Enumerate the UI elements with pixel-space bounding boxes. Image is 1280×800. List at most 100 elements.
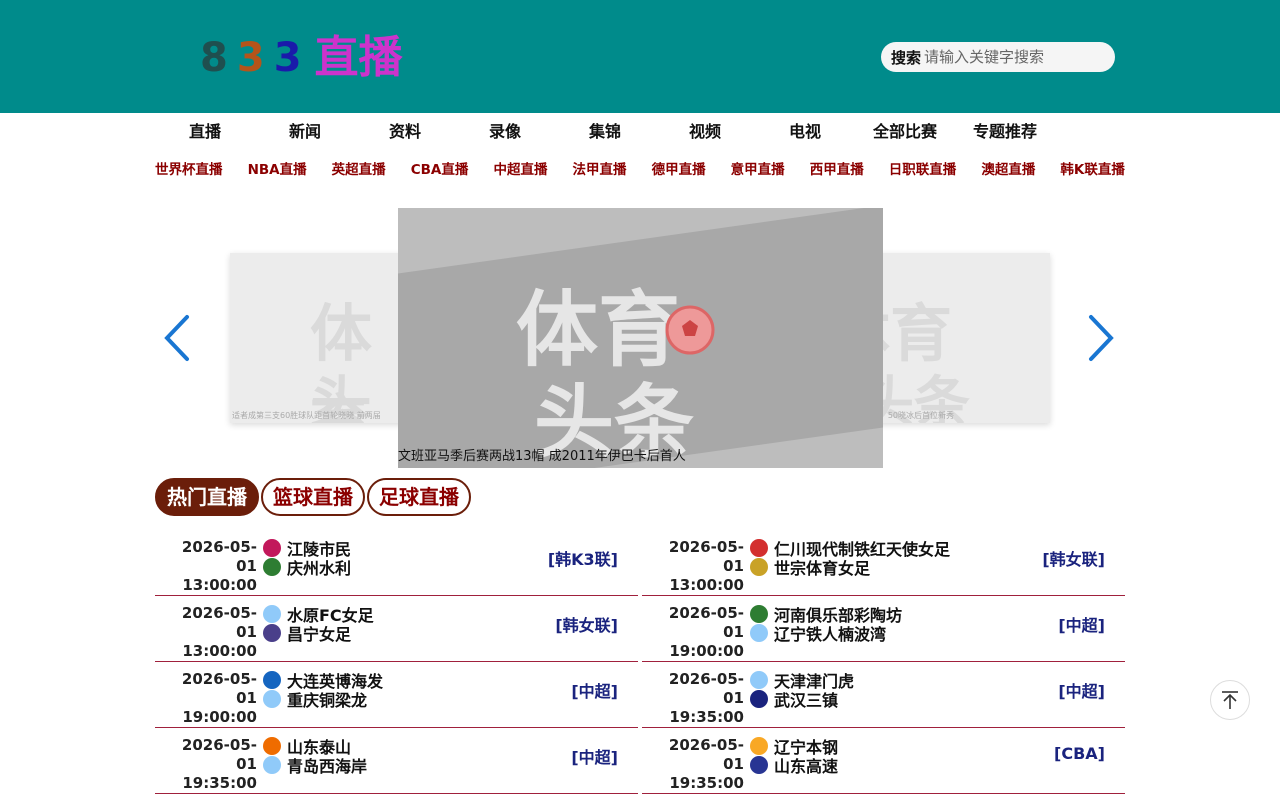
match-date: 2026-05-01 <box>181 736 257 773</box>
away-team-name: 青岛西海岸 <box>287 756 368 776</box>
carousel-slide-next[interactable]: 体育 头条 50晓冰后首位新秀 <box>868 253 1050 423</box>
away-team-logo-icon <box>750 557 768 576</box>
league-link-aleague[interactable]: 澳超直播 <box>981 156 1035 184</box>
away-team[interactable]: 庆州水利 <box>263 557 351 578</box>
match-date: 2026-05-01 <box>181 538 257 575</box>
site-logo[interactable]: 8 3 3 直播 <box>200 30 403 86</box>
search-box: 搜索 <box>881 42 1115 72</box>
league-link-kleague[interactable]: 韩K联直播 <box>1060 156 1124 184</box>
match-time: 19:35:00 <box>669 708 744 726</box>
league-link-bundesliga[interactable]: 德甲直播 <box>652 156 706 184</box>
match-row[interactable]: 2026-05-01 19:35:00 辽宁本钢 山东高速 [CBA] <box>642 728 1125 794</box>
away-team-name: 山东高速 <box>774 756 839 776</box>
match-teams: 山东泰山 青岛西海岸 <box>263 736 368 776</box>
home-team-logo-icon <box>750 670 768 689</box>
nav-item-video[interactable]: 视频 <box>655 113 755 151</box>
match-date: 2026-05-01 <box>668 538 744 575</box>
away-team-logo-icon <box>750 755 768 774</box>
carousel-slide-prev[interactable]: 体育 头条 适者成第三支60胜球队距首轮晓晓 前两届 <box>230 253 412 423</box>
match-league[interactable]: [韩K3联] <box>548 546 618 570</box>
league-nav: 世界杯直播 NBA直播 英超直播 CBA直播 中超直播 法甲直播 德甲直播 意甲… <box>155 156 1125 184</box>
match-date: 2026-05-01 <box>181 670 257 707</box>
league-link-ligue1[interactable]: 法甲直播 <box>573 156 627 184</box>
match-time: 13:00:00 <box>182 576 257 594</box>
match-league[interactable]: [CBA] <box>1054 744 1105 763</box>
match-date: 2026-05-01 <box>668 670 744 707</box>
league-link-cba[interactable]: CBA直播 <box>411 156 469 184</box>
nav-item-highlights[interactable]: 集锦 <box>555 113 655 151</box>
nav-item-tv[interactable]: 电视 <box>755 113 855 151</box>
nav-item-featured[interactable]: 专题推荐 <box>955 113 1055 151</box>
away-team-name: 重庆铜梁龙 <box>287 690 368 710</box>
match-date: 2026-05-01 <box>181 604 257 641</box>
home-team-logo-icon <box>263 538 281 557</box>
away-team[interactable]: 山东高速 <box>750 755 839 776</box>
carousel-next-arrow-icon[interactable] <box>1085 313 1115 363</box>
league-link-csl[interactable]: 中超直播 <box>493 156 547 184</box>
match-teams: 辽宁本钢 山东高速 <box>750 736 839 776</box>
match-teams: 天津津门虎 武汉三镇 <box>750 670 854 710</box>
match-league[interactable]: [中超] <box>571 678 618 702</box>
away-team-logo-icon <box>263 689 281 708</box>
tab-basketball-live[interactable]: 篮球直播 <box>261 478 365 516</box>
away-team[interactable]: 青岛西海岸 <box>263 755 368 776</box>
away-team-logo-icon <box>750 689 768 708</box>
tab-hot-live[interactable]: 热门直播 <box>155 478 259 516</box>
live-tabs: 热门直播 篮球直播 足球直播 <box>155 478 471 518</box>
match-time: 19:00:00 <box>669 642 744 660</box>
carousel-prev-arrow-icon[interactable] <box>163 313 193 363</box>
match-row[interactable]: 2026-05-01 13:00:00 江陵市民 庆州水利 [韩K3联] <box>155 530 638 596</box>
search-input[interactable] <box>924 48 1085 66</box>
away-team[interactable]: 昌宁女足 <box>263 623 374 644</box>
match-time: 13:00:00 <box>182 642 257 660</box>
league-link-nba[interactable]: NBA直播 <box>248 156 307 184</box>
match-datetime: 2026-05-01 19:35:00 <box>165 736 257 793</box>
league-link-seriea[interactable]: 意甲直播 <box>731 156 785 184</box>
match-row[interactable]: 2026-05-01 13:00:00 仁川现代制铁红天使女足 世宗体育女足 [韩女联] <box>642 530 1125 596</box>
match-league[interactable]: [中超] <box>1058 678 1105 702</box>
match-row[interactable]: 2026-05-01 19:35:00 山东泰山 青岛西海岸 [中超] <box>155 728 638 794</box>
away-team-name: 世宗体育女足 <box>774 558 871 578</box>
nav-item-news[interactable]: 新闻 <box>255 113 355 151</box>
search-label[interactable]: 搜索 <box>891 47 921 68</box>
match-league[interactable]: [中超] <box>1058 612 1105 636</box>
home-team-logo-icon <box>263 604 281 623</box>
match-datetime: 2026-05-01 13:00:00 <box>652 538 744 595</box>
nav-item-live[interactable]: 直播 <box>155 113 255 151</box>
match-row[interactable]: 2026-05-01 19:00:00 大连英博海发 重庆铜梁龙 [中超] <box>155 662 638 728</box>
away-team[interactable]: 辽宁铁人楠波湾 <box>750 623 902 644</box>
match-time: 19:35:00 <box>669 774 744 792</box>
match-league[interactable]: [韩女联] <box>1042 546 1105 570</box>
nav-item-data[interactable]: 资料 <box>355 113 455 151</box>
away-team-name: 昌宁女足 <box>287 624 352 644</box>
carousel-caption[interactable]: 文班亚马季后赛两战13帽 成2011年伊巴卡后首人 <box>398 446 883 468</box>
match-datetime: 2026-05-01 13:00:00 <box>165 604 257 661</box>
match-league[interactable]: [中超] <box>571 744 618 768</box>
away-team[interactable]: 世宗体育女足 <box>750 557 950 578</box>
home-team-logo-icon <box>263 670 281 689</box>
league-link-worldcup[interactable]: 世界杯直播 <box>155 156 223 184</box>
tab-football-live[interactable]: 足球直播 <box>367 478 471 516</box>
home-team-logo-icon <box>750 538 768 557</box>
away-team[interactable]: 重庆铜梁龙 <box>263 689 383 710</box>
league-link-laliga[interactable]: 西甲直播 <box>810 156 864 184</box>
away-team[interactable]: 武汉三镇 <box>750 689 854 710</box>
match-time: 13:00:00 <box>669 576 744 594</box>
nav-item-replay[interactable]: 录像 <box>455 113 555 151</box>
match-teams: 仁川现代制铁红天使女足 世宗体育女足 <box>750 538 950 578</box>
match-datetime: 2026-05-01 19:35:00 <box>652 670 744 727</box>
logo-digit-1: 8 <box>200 35 228 81</box>
away-team-name: 武汉三镇 <box>774 690 839 710</box>
away-team-name: 辽宁铁人楠波湾 <box>774 624 887 644</box>
match-row[interactable]: 2026-05-01 19:35:00 天津津门虎 武汉三镇 [中超] <box>642 662 1125 728</box>
home-team-logo-icon <box>263 736 281 755</box>
nav-item-all-matches[interactable]: 全部比赛 <box>855 113 955 151</box>
league-link-epl[interactable]: 英超直播 <box>332 156 386 184</box>
match-row[interactable]: 2026-05-01 19:00:00 河南俱乐部彩陶坊 辽宁铁人楠波湾 [中超] <box>642 596 1125 662</box>
match-row[interactable]: 2026-05-01 13:00:00 水原FC女足 昌宁女足 [韩女联] <box>155 596 638 662</box>
back-to-top-button[interactable] <box>1210 680 1250 720</box>
logo-digit-2: 3 <box>236 35 265 81</box>
match-league[interactable]: [韩女联] <box>555 612 618 636</box>
league-link-jleague[interactable]: 日职联直播 <box>889 156 957 184</box>
carousel-slide-active[interactable]: 体育 头条 文班亚马季后赛两战13帽 成2011年伊巴卡后首人 <box>398 208 883 468</box>
